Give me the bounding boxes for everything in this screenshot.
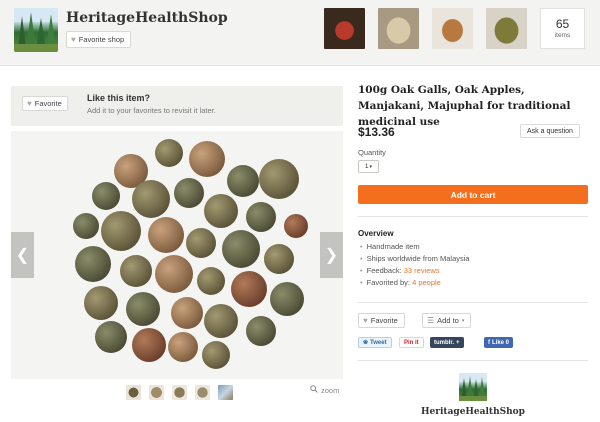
chevron-left-icon: ❮ (15, 247, 30, 264)
overview-item: • Feedback: 33 reviews (360, 266, 440, 275)
shop-name[interactable]: HeritageHealthShop (66, 10, 228, 26)
image-thumb-4[interactable] (195, 385, 210, 400)
favorite-item-button[interactable]: ♥ Favorite (22, 96, 68, 111)
favorite-shop-button[interactable]: ♥ Favorite shop (66, 31, 132, 48)
overview-item: • Favorited by: 4 people (360, 278, 441, 287)
items-count: 65 (555, 17, 570, 31)
favorite-label: Favorite (34, 99, 62, 108)
magnifier-icon (310, 385, 318, 395)
shop-thumb-herbs[interactable] (486, 8, 527, 49)
shop-header: HeritageHealthShop ♥ Favorite shop 65 it… (0, 0, 600, 66)
quantity-value: 1 (364, 163, 369, 170)
favorite-prompt-title: Like this item? (87, 93, 151, 103)
image-thumb-5[interactable] (218, 385, 233, 400)
items-count-box[interactable]: 65 items (540, 8, 585, 49)
listing-price: $13.36 (358, 125, 395, 139)
image-thumb-2[interactable] (149, 385, 164, 400)
next-image-arrow[interactable]: ❯ (320, 232, 343, 278)
shop-thumb-jar[interactable] (324, 8, 365, 49)
chevron-down-icon: ▾ (369, 163, 373, 170)
facebook-like-button[interactable]: f Like 0 (484, 337, 514, 348)
favorited-by-link[interactable]: 4 people (412, 278, 441, 287)
shop-thumb-spice[interactable] (432, 8, 473, 49)
favorite-button[interactable]: ♥ Favorite (358, 313, 405, 328)
add-to-label: Add to (437, 316, 459, 325)
facebook-icon: f (488, 339, 490, 346)
image-thumb-3[interactable] (172, 385, 187, 400)
shop-name-footer[interactable]: HeritageHealthShop (358, 407, 588, 417)
add-to-cart-button[interactable]: Add to cart (358, 185, 588, 204)
quantity-label: Quantity (358, 148, 386, 157)
heart-icon: ♥ (363, 316, 368, 325)
zoom-button[interactable]: zoom (310, 385, 339, 395)
image-thumbnail-strip (126, 385, 233, 400)
listing-title: 100g Oak Galls, Oak Apples, Manjakani, M… (358, 84, 571, 128)
heart-icon: ♥ (71, 35, 76, 44)
overview-title: Overview (358, 229, 394, 238)
chevron-right-icon: ❯ (324, 247, 339, 264)
divider (358, 216, 588, 217)
previous-image-arrow[interactable]: ❮ (11, 232, 34, 278)
shop-avatar[interactable] (14, 8, 58, 52)
chevron-down-icon: ▾ (461, 317, 465, 324)
shop-item-thumbnails (324, 8, 527, 49)
pin-it-button[interactable]: Pin it (399, 337, 424, 348)
favorite-prompt-subtitle: Add it to your favorites to revisit it l… (87, 106, 216, 115)
favorite-label: Favorite (370, 316, 398, 325)
oak-galls-pile (73, 139, 308, 369)
tumblr-button[interactable]: tumblr. + (430, 337, 464, 348)
shop-logo[interactable] (459, 373, 487, 401)
quantity-select[interactable]: 1 ▾ (358, 160, 379, 173)
plus-icon: + (456, 339, 460, 346)
favorite-prompt-bar: ♥ Favorite Like this item? Add it to you… (11, 86, 343, 126)
favorite-shop-label: Favorite shop (78, 35, 125, 44)
list-icon: ☰ (427, 316, 435, 325)
zoom-label: zoom (321, 385, 340, 395)
shop-thumb-soap[interactable] (378, 8, 419, 49)
image-thumb-1[interactable] (126, 385, 141, 400)
reviews-link[interactable]: 33 reviews (404, 266, 440, 275)
divider (358, 302, 588, 303)
heart-icon: ♥ (27, 99, 32, 108)
main-product-image[interactable] (11, 131, 343, 379)
overview-item: • Handmade item (360, 242, 420, 251)
divider (358, 360, 588, 361)
overview-list: • Handmade item • Ships worldwide from Mal… (360, 241, 470, 289)
twitter-bird-icon: ❀ (363, 340, 369, 346)
add-to-list-button[interactable]: ☰ Add to ▾ (422, 313, 472, 328)
ask-question-button[interactable]: Ask a question (520, 124, 580, 138)
tweet-button[interactable]: ❀ Tweet (358, 337, 392, 348)
items-label: items (554, 32, 571, 39)
overview-item: • Ships worldwide from Malaysia (360, 254, 470, 263)
